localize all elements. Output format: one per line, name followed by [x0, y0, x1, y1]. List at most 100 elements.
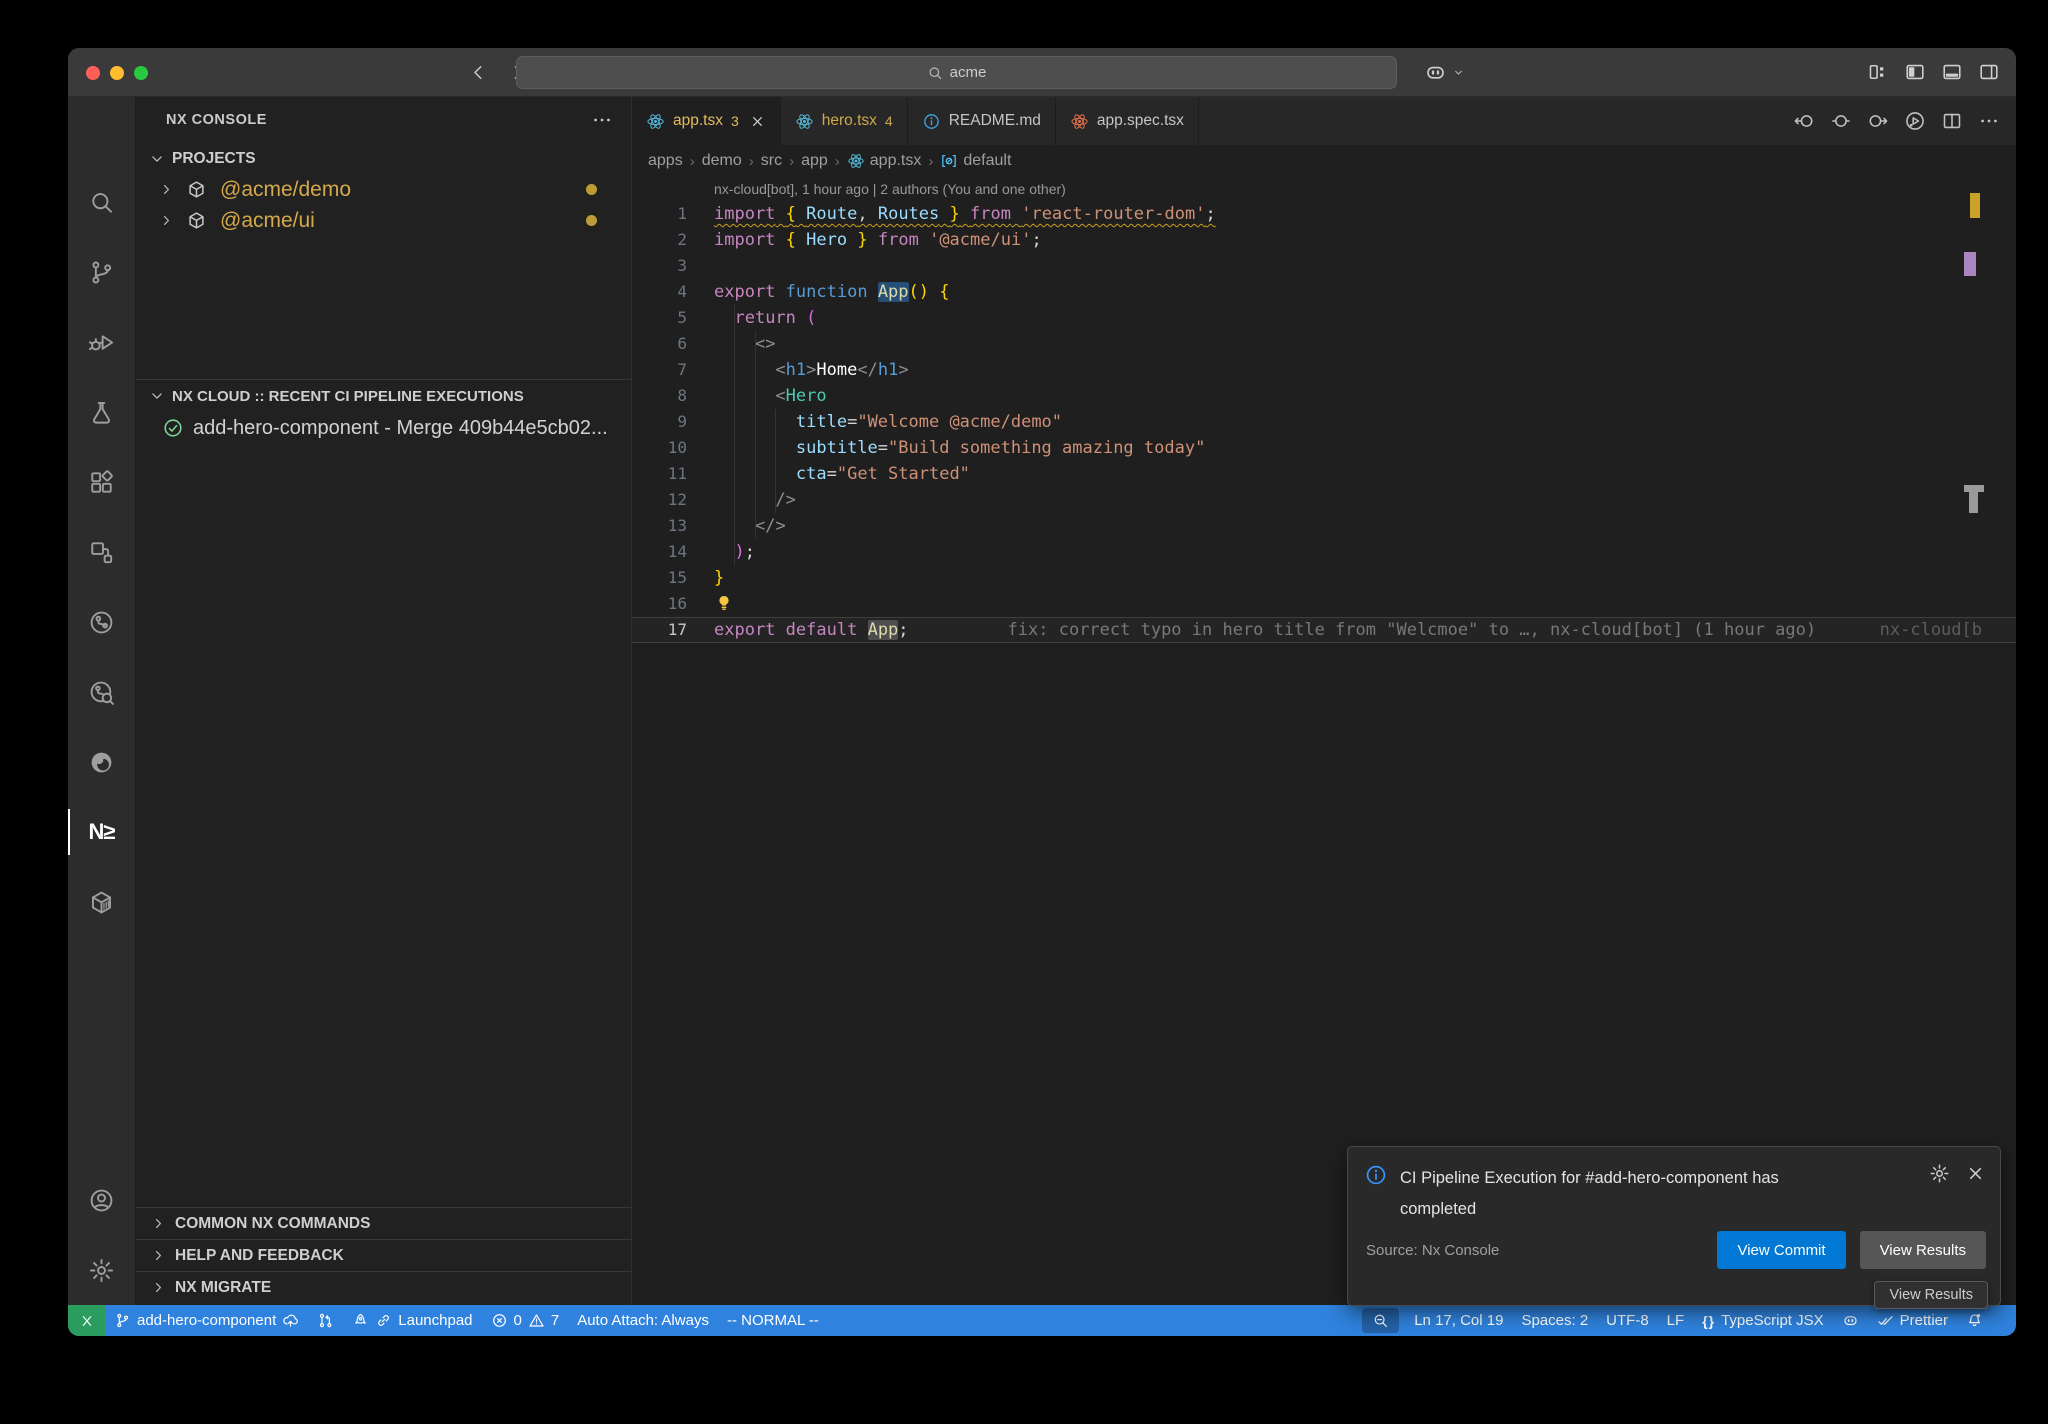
- editor-action-nav-dash-circle-icon[interactable]: [1830, 110, 1852, 132]
- indent-guide: [734, 305, 735, 565]
- code-line-4[interactable]: 4export function App() {: [632, 279, 2016, 305]
- status-launchpad[interactable]: Launchpad: [343, 1305, 481, 1336]
- chevron-right-icon[interactable]: [158, 181, 175, 198]
- code-line-13[interactable]: 13 </>: [632, 513, 2016, 539]
- editor-action-nav-fwd-circle-icon[interactable]: [1867, 110, 1889, 132]
- toggle-panel-icon[interactable]: [1941, 61, 1963, 83]
- notification-settings-icon[interactable]: [1929, 1163, 1950, 1184]
- activity-item-explorer[interactable]: [68, 97, 135, 167]
- pipeline-search-icon: [88, 679, 115, 706]
- activity-item-nx-workspace[interactable]: [68, 517, 135, 587]
- activity-item-pipeline[interactable]: [68, 587, 135, 657]
- activity-item-pipeline-search[interactable]: [68, 657, 135, 727]
- view-results-button[interactable]: View Results: [1860, 1231, 1986, 1269]
- activity-item-source-control[interactable]: [68, 237, 135, 307]
- status-auto-attach[interactable]: Auto Attach: Always: [568, 1305, 718, 1336]
- code-line-5[interactable]: 5 return (: [632, 305, 2016, 331]
- code-line-6[interactable]: 6 <>: [632, 331, 2016, 357]
- sidebar-section-nx-migrate[interactable]: NX MIGRATE: [136, 1271, 631, 1303]
- status-vim-mode[interactable]: -- NORMAL --: [718, 1305, 828, 1336]
- editor-action-run-circle-icon[interactable]: [1904, 110, 1926, 132]
- status-indentation[interactable]: Spaces: 2: [1512, 1305, 1597, 1336]
- nx-cloud-section-header[interactable]: NX CLOUD :: RECENT CI PIPELINE EXECUTION…: [136, 380, 631, 412]
- close-window-button[interactable]: [86, 66, 100, 80]
- view-commit-button[interactable]: View Commit: [1717, 1231, 1845, 1269]
- code-line-14[interactable]: 14 );: [632, 539, 2016, 565]
- sidebar-more-actions-icon[interactable]: [591, 109, 613, 131]
- code-line-11[interactable]: 11 cta="Get Started": [632, 461, 2016, 487]
- activity-item-settings[interactable]: [68, 1235, 135, 1305]
- activity-item-account[interactable]: [68, 1165, 135, 1235]
- status-notifications-bell[interactable]: [1957, 1305, 1992, 1336]
- codelens-blame[interactable]: nx-cloud[bot], 1 hour ago | 2 authors (Y…: [632, 177, 2016, 201]
- close-tab-icon[interactable]: [749, 113, 766, 130]
- project-item[interactable]: @acme/demo: [136, 174, 631, 205]
- breadcrumb-app.tsx[interactable]: app.tsx: [847, 152, 922, 170]
- code-line-7[interactable]: 7 <h1>Home</h1>: [632, 357, 2016, 383]
- chevron-down-icon[interactable]: [1451, 65, 1466, 80]
- code-line-1[interactable]: 1import { Route, Routes } from 'react-ro…: [632, 201, 2016, 227]
- command-center-search[interactable]: acme: [516, 56, 1397, 89]
- lightbulb-icon[interactable]: [714, 593, 734, 613]
- breadcrumb-demo[interactable]: demo: [702, 152, 742, 170]
- breadcrumb-app[interactable]: app: [801, 152, 828, 170]
- code-line-9[interactable]: 9 title="Welcome @acme/demo": [632, 409, 2016, 435]
- code-line-16[interactable]: 16: [632, 591, 2016, 617]
- status-source-control-graph[interactable]: [308, 1305, 343, 1336]
- breadcrumb-default[interactable]: default: [940, 152, 1011, 170]
- activity-item-nx-console[interactable]: N≥: [68, 797, 135, 867]
- editor-action-more-icon[interactable]: [1978, 110, 2000, 132]
- status-cursor-position[interactable]: Ln 17, Col 19: [1405, 1305, 1512, 1336]
- editor-action-nav-back-circle-icon[interactable]: [1793, 110, 1815, 132]
- code-line-15[interactable]: 15}: [632, 565, 2016, 591]
- zoom-window-button[interactable]: [134, 66, 148, 80]
- status-git-branch-status[interactable]: add-hero-component: [105, 1305, 308, 1336]
- activity-item-testing[interactable]: [68, 377, 135, 447]
- code-line-10[interactable]: 10 subtitle="Build something amazing tod…: [632, 435, 2016, 461]
- pipeline-execution-item[interactable]: add-hero-component - Merge 409b44e5cb02.…: [136, 412, 631, 444]
- projects-section-header[interactable]: PROJECTS: [136, 143, 631, 174]
- react-icon: [646, 112, 665, 131]
- tab-app.tsx[interactable]: app.tsx 3: [632, 97, 781, 145]
- activity-item-extensions[interactable]: [68, 447, 135, 517]
- status-formatter[interactable]: Prettier: [1868, 1305, 1957, 1336]
- code-line-8[interactable]: 8 <Hero: [632, 383, 2016, 409]
- notification-close-icon[interactable]: [1965, 1163, 1986, 1184]
- customize-layout-icon[interactable]: [1867, 61, 1889, 83]
- activity-item-package-explorer[interactable]: [68, 867, 135, 937]
- breadcrumb-apps[interactable]: apps: [648, 152, 683, 170]
- activity-item-search[interactable]: [68, 167, 135, 237]
- remote-indicator[interactable]: [68, 1305, 105, 1336]
- tab-README.md[interactable]: README.md: [908, 97, 1056, 145]
- toggle-primary-sidebar-icon[interactable]: [1904, 61, 1926, 83]
- sidebar-section-common-nx-commands[interactable]: COMMON NX COMMANDS: [136, 1207, 631, 1239]
- breadcrumb: apps›demo›src›app›app.tsx›default: [632, 145, 2016, 177]
- tab-hero.tsx[interactable]: hero.tsx 4: [781, 97, 908, 145]
- braces-icon: {}: [1702, 1313, 1715, 1329]
- tab-app.spec.tsx[interactable]: app.spec.tsx: [1056, 97, 1199, 145]
- status-eol[interactable]: LF: [1658, 1305, 1694, 1336]
- code-line-12[interactable]: 12 />: [632, 487, 2016, 513]
- code-line-3[interactable]: 3: [632, 253, 2016, 279]
- minimize-window-button[interactable]: [110, 66, 124, 80]
- project-item[interactable]: @acme/ui: [136, 205, 631, 236]
- code-line-2[interactable]: 2import { Hero } from '@acme/ui';: [632, 227, 2016, 253]
- editor-action-split-icon[interactable]: [1941, 110, 1963, 132]
- history-back-button[interactable]: [468, 62, 489, 83]
- status-copilot-status[interactable]: [1833, 1305, 1868, 1336]
- status-zoom-indicator[interactable]: [1362, 1308, 1399, 1333]
- status-problems[interactable]: 07: [482, 1305, 569, 1336]
- code-editor[interactable]: nx-cloud[bot], 1 hour ago | 2 authors (Y…: [632, 177, 2016, 1305]
- chevron-right-icon[interactable]: [158, 212, 175, 229]
- breadcrumb-src[interactable]: src: [761, 152, 782, 170]
- activity-item-edge-browser[interactable]: [68, 727, 135, 797]
- status-encoding[interactable]: UTF-8: [1597, 1305, 1658, 1336]
- status-language-mode[interactable]: {}TypeScript JSX: [1693, 1305, 1832, 1336]
- code-line-17[interactable]: 17export default App;fix: correct typo i…: [632, 617, 2016, 643]
- toggle-secondary-sidebar-icon[interactable]: [1978, 61, 2000, 83]
- indent-guide: [755, 331, 756, 539]
- sidebar-section-help-and-feedback[interactable]: HELP AND FEEDBACK: [136, 1239, 631, 1271]
- activity-item-run-and-debug[interactable]: [68, 307, 135, 377]
- search-icon: [927, 65, 943, 81]
- copilot-icon[interactable]: [1424, 61, 1447, 84]
